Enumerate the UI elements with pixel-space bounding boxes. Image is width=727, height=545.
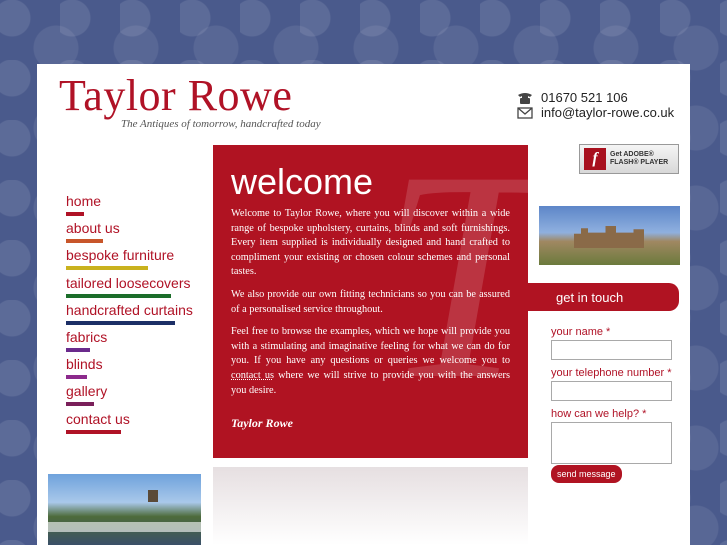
nav-item-fabrics: fabrics [66, 329, 206, 356]
nav-underline [66, 375, 87, 380]
nav-underline [66, 239, 103, 244]
nav-link-contact-us[interactable]: contact us [66, 411, 206, 427]
site-tagline: The Antiques of tomorrow, handcrafted to… [121, 118, 321, 130]
inline-contact-link[interactable]: contact us [231, 370, 274, 381]
page-container: Taylor Rowe The Antiques of tomorrow, ha… [37, 64, 690, 545]
help-label: how can we help? * [551, 408, 647, 420]
nav-underline [66, 320, 175, 325]
nav-underline [66, 212, 84, 216]
nav-item-gallery: gallery [66, 383, 206, 410]
nav-underline [66, 429, 121, 434]
nav-link-bespoke-furniture[interactable]: bespoke furniture [66, 247, 206, 263]
welcome-body: Welcome to Taylor Rowe, where you will d… [231, 207, 510, 406]
nav-link-about-us[interactable]: about us [66, 220, 206, 236]
name-label: your name * [551, 326, 611, 338]
nav-item-handcrafted-curtains: handcrafted curtains [66, 302, 206, 329]
phone-icon [517, 92, 533, 104]
get-flash-player-badge[interactable]: f Get ADOBE® FLASH® PLAYER [579, 144, 679, 174]
name-input[interactable] [551, 340, 672, 360]
nav-link-home[interactable]: home [66, 193, 206, 209]
email-address[interactable]: info@taylor-rowe.co.uk [541, 105, 674, 120]
nav-underline [66, 293, 171, 298]
send-message-button[interactable]: send message [551, 465, 622, 483]
phone-number: 01670 521 106 [541, 90, 628, 105]
nav-item-about-us: about us [66, 220, 206, 247]
nav-item-home: home [66, 193, 206, 220]
gradient-panel [213, 467, 528, 545]
castle-photo [539, 206, 680, 265]
help-textarea[interactable] [551, 422, 672, 464]
coastline-photo [48, 474, 201, 545]
nav-link-tailored-loosecovers[interactable]: tailored loosecovers [66, 275, 206, 291]
main-navigation: home about us bespoke furniture tailored… [66, 193, 206, 438]
telephone-input[interactable] [551, 381, 672, 401]
telephone-label: your telephone number * [551, 367, 672, 379]
nav-item-blinds: blinds [66, 356, 206, 383]
nav-item-bespoke-furniture: bespoke furniture [66, 247, 206, 274]
signature: Taylor Rowe [231, 416, 293, 430]
nav-item-tailored-loosecovers: tailored loosecovers [66, 275, 206, 302]
nav-link-handcrafted-curtains[interactable]: handcrafted curtains [66, 302, 206, 318]
welcome-panel: T welcome Welcome to Taylor Rowe, where … [213, 145, 528, 458]
nav-link-fabrics[interactable]: fabrics [66, 329, 206, 345]
welcome-paragraph: Feel free to browse the examples, which … [231, 325, 510, 398]
nav-underline [66, 402, 94, 407]
get-in-touch-heading: get in touch [528, 283, 679, 311]
site-logo[interactable]: Taylor Rowe [59, 74, 292, 118]
welcome-paragraph: Welcome to Taylor Rowe, where you will d… [231, 208, 510, 278]
nav-link-blinds[interactable]: blinds [66, 356, 206, 372]
nav-link-gallery[interactable]: gallery [66, 383, 206, 399]
phone-contact: 01670 521 106 [517, 90, 628, 105]
welcome-heading: welcome [231, 161, 374, 202]
nav-underline [66, 347, 90, 352]
flash-line1: Get ADOBE® [610, 151, 654, 158]
paragraph-text: Feel free to browse the examples, which … [231, 326, 510, 367]
welcome-paragraph: We also provide our own fitting technici… [231, 288, 510, 315]
nav-underline [66, 266, 148, 271]
contact-form: your name * your telephone number * how … [551, 326, 676, 471]
email-contact: info@taylor-rowe.co.uk [517, 105, 674, 120]
envelope-icon [517, 106, 533, 119]
flash-line2: FLASH® PLAYER [610, 159, 669, 166]
nav-item-contact-us: contact us [66, 411, 206, 438]
flash-icon: f [584, 148, 606, 170]
